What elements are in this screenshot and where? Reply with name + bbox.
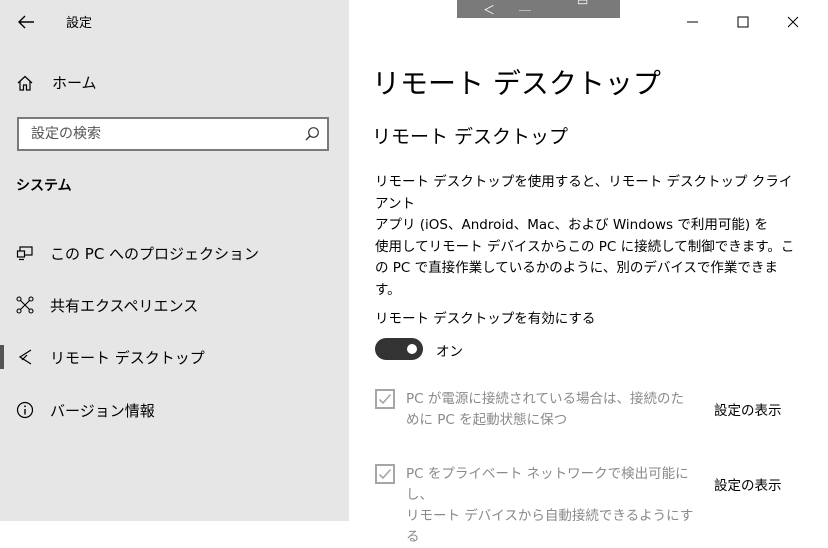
option-text: PC をプライベート ネットワークで検出可能にし、 リモート デバイスから自動接…: [406, 464, 706, 548]
info-icon: [16, 401, 34, 419]
sidebar-item-label: 共有エクスペリエンス: [50, 296, 199, 315]
remote-desktop-icon: [18, 349, 32, 365]
back-button[interactable]: [14, 10, 38, 34]
description: リモート デスクトップを使用すると、リモート デスクトップ クライアント アプリ…: [375, 172, 795, 302]
overlay-tab-bar: ＜ ＿ ▭: [457, 0, 620, 18]
app-title: 設定: [66, 16, 93, 31]
home-icon: [17, 75, 33, 91]
show-settings-link[interactable]: 設定の表示: [714, 474, 782, 494]
tab-bar-glyph: ＜: [483, 3, 496, 17]
show-settings-link[interactable]: 設定の表示: [714, 399, 782, 419]
option-text-line: PC が電源に接続されている場合は、接続のた: [406, 391, 684, 407]
projection-icon: [16, 246, 33, 261]
shared-experiences-icon: [16, 296, 34, 314]
tab-bar-glyph: ▭: [577, 0, 589, 8]
search-icon[interactable]: [303, 125, 321, 147]
remote-desktop-toggle[interactable]: [375, 338, 423, 360]
enable-remote-desktop-label: リモート デスクトップを有効にする: [375, 311, 596, 327]
section-label-system: システム: [16, 178, 72, 194]
tab-bar-glyph: ＿: [519, 0, 532, 12]
option-text-line: めに PC を起動状態に保つ: [406, 412, 568, 428]
checkmark-icon: [378, 468, 392, 480]
description-line: リモート デスクトップを使用すると、リモート デスクトップ クライアント: [375, 174, 793, 212]
section-title: リモート デスクトップ: [372, 126, 569, 148]
close-icon: [787, 16, 799, 28]
toggle-knob: [407, 344, 417, 354]
sidebar-item-projection[interactable]: この PC へのプロジェクション: [0, 233, 349, 273]
description-line: の PC で直接作業しているかのように、別のデバイスで作業できま: [375, 260, 778, 277]
sidebar-item-shared-experiences[interactable]: 共有エクスペリエンス: [0, 285, 349, 325]
sidebar-item-label: リモート デスクトップ: [50, 348, 205, 367]
minimize-button[interactable]: [678, 8, 708, 36]
option-text: PC が電源に接続されている場合は、接続のた めに PC を起動状態に保つ: [406, 389, 706, 431]
page-title: リモート デスクトップ: [372, 67, 661, 100]
description-line: す。: [375, 281, 401, 298]
sidebar-item-about[interactable]: バージョン情報: [0, 390, 349, 430]
option-text-line: PC をプライベート ネットワークで検出可能にし、: [406, 466, 689, 503]
minimize-icon: [687, 21, 698, 23]
sidebar-item-label: この PC へのプロジェクション: [50, 244, 260, 263]
back-arrow-icon: [18, 15, 34, 29]
description-line: アプリ (iOS、Android、Mac、および Windows で利用可能) …: [375, 217, 768, 234]
close-button[interactable]: [778, 8, 808, 36]
sidebar-home-label: ホーム: [52, 74, 97, 92]
toggle-state-label: オン: [436, 344, 463, 360]
sidebar-item-remote-desktop[interactable]: リモート デスクトップ: [0, 337, 349, 377]
maximize-button[interactable]: [728, 8, 758, 36]
keep-awake-checkbox[interactable]: [375, 389, 395, 409]
sidebar-home[interactable]: ホーム: [16, 72, 97, 93]
discoverable-checkbox[interactable]: [375, 464, 395, 484]
sidebar: 設定 ホーム システム この PC へのプロジェクション: [0, 0, 349, 521]
search-box[interactable]: [17, 117, 329, 151]
checkmark-icon: [378, 393, 392, 405]
search-input[interactable]: [29, 125, 303, 143]
option-text-line: リモート デバイスから自動接続できるようにする: [406, 508, 694, 545]
maximize-icon: [737, 16, 749, 28]
description-line: 使用してリモート デバイスからこの PC に接続して制御できます。こ: [375, 238, 795, 255]
sidebar-item-label: バージョン情報: [50, 401, 155, 420]
